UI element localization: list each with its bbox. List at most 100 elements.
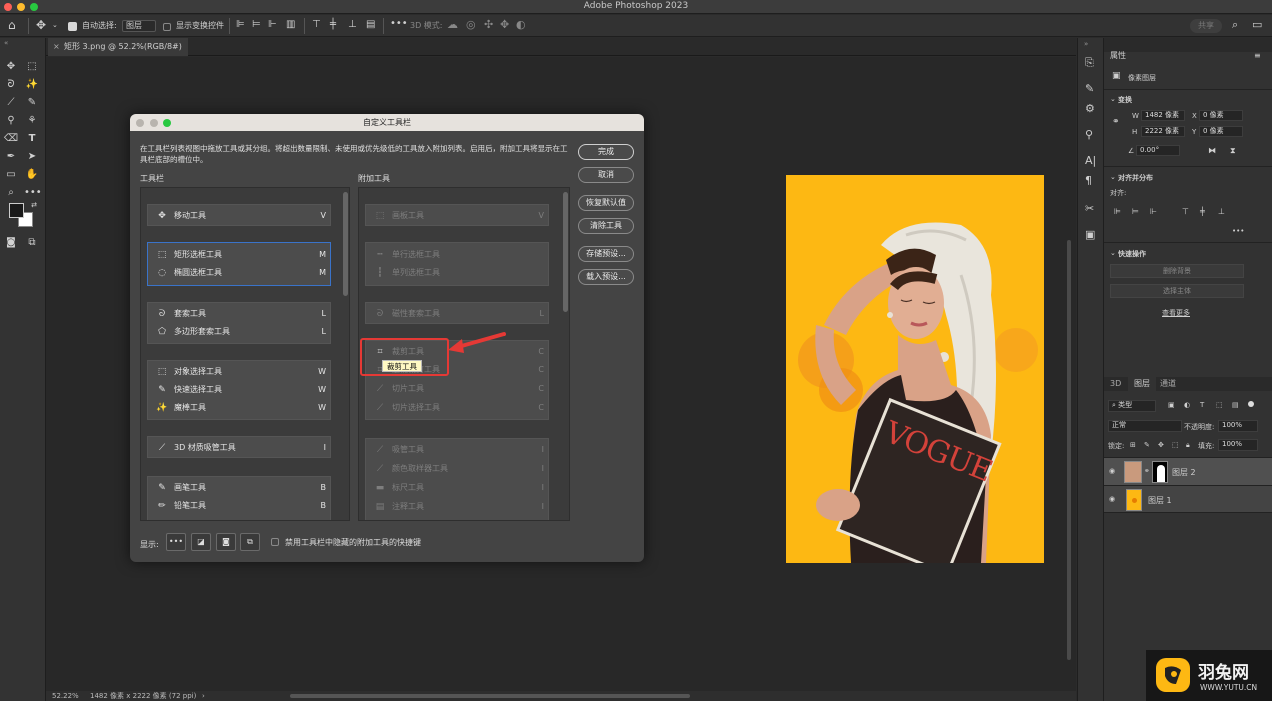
auto-select-dropdown[interactable]: 图层 bbox=[122, 20, 156, 32]
more-align-button[interactable]: ••• bbox=[1232, 227, 1244, 235]
layer-name[interactable]: 图层 2 bbox=[1172, 467, 1196, 478]
clear-tools-button[interactable]: 清除工具 bbox=[578, 218, 634, 234]
hand-icon[interactable]: ✋ bbox=[24, 168, 40, 182]
lock-move-icon[interactable]: ✥ bbox=[1158, 441, 1164, 449]
tool-group[interactable]: ✥ 移动工具 V bbox=[147, 204, 331, 226]
tool-group[interactable]: ⬚ 矩形选框工具 M ◌ 椭圆选框工具 M bbox=[147, 242, 331, 286]
eye-icon[interactable]: ◉ bbox=[1109, 467, 1115, 475]
screen-mode-icon[interactable]: ⧉ bbox=[24, 236, 40, 250]
list-item[interactable]: ▤ 注释工具 I bbox=[366, 498, 550, 516]
workspace-icon[interactable]: ▭ bbox=[1252, 18, 1262, 31]
tool-group[interactable]: ᘐ 磁性套索工具 L bbox=[365, 302, 549, 324]
panel-menu-icon[interactable]: ≡ bbox=[1254, 49, 1261, 63]
select-subject-button[interactable]: 选择主体 bbox=[1110, 284, 1244, 298]
expand-icon[interactable]: » bbox=[1084, 40, 1088, 48]
pan-3d-icon[interactable]: ✣ bbox=[484, 18, 493, 31]
list-item[interactable]: ▬ 标尺工具 I bbox=[366, 479, 550, 497]
toolbar-list-scrollbar[interactable] bbox=[343, 192, 348, 296]
show-transform-checkbox[interactable] bbox=[163, 23, 171, 31]
layer-mask-thumbnail[interactable] bbox=[1152, 461, 1168, 483]
list-item[interactable]: ᘐ 磁性套索工具 L bbox=[366, 305, 550, 323]
align-top-icon[interactable]: ⊤ bbox=[312, 19, 321, 30]
chevron-down-icon[interactable]: ⌄ bbox=[52, 21, 58, 29]
list-item[interactable]: ✎ 快速选择工具 W bbox=[148, 381, 332, 399]
list-item[interactable]: ✥ 移动工具 V bbox=[148, 207, 332, 225]
character-icon[interactable]: A| bbox=[1085, 154, 1096, 167]
dialog-minimize-button[interactable] bbox=[150, 119, 158, 127]
adjustments-icon[interactable]: ⚙ bbox=[1085, 102, 1095, 115]
horizontal-scrollbar[interactable] bbox=[290, 694, 690, 698]
share-button[interactable]: 共享 bbox=[1190, 19, 1222, 33]
slide-3d-icon[interactable]: ✥ bbox=[500, 18, 509, 31]
distribute-icon[interactable]: ▥ bbox=[286, 19, 295, 30]
rect-marquee-icon[interactable]: ⬚ bbox=[24, 60, 40, 74]
clone-source-icon[interactable]: ⚲ bbox=[1085, 128, 1093, 141]
list-item[interactable]: ✏ 铅笔工具 B bbox=[148, 497, 332, 515]
show-extra-slot-icon[interactable]: ••• bbox=[166, 533, 186, 551]
list-item[interactable]: ✎ 画笔工具 B bbox=[148, 479, 332, 497]
angle-field[interactable]: 0.00° bbox=[1136, 145, 1180, 156]
list-item[interactable]: ⟋ 切片选择工具 C bbox=[366, 399, 550, 417]
show-quick-mask-icon[interactable]: ◙ bbox=[216, 533, 236, 551]
align-right-icon[interactable]: ⊩ bbox=[1150, 207, 1157, 216]
chevron-down-icon[interactable]: ⌄ bbox=[1110, 95, 1116, 103]
align-right-icon[interactable]: ⊩ bbox=[268, 19, 277, 30]
save-preset-button[interactable]: 存储预设... bbox=[578, 246, 634, 262]
tool-group[interactable]: ⬚ 画板工具 V bbox=[365, 204, 549, 226]
flip-horizontal-icon[interactable]: ⧓ bbox=[1208, 146, 1216, 155]
lock-all-icon[interactable]: 🔒︎ bbox=[1186, 441, 1190, 450]
chevron-down-icon[interactable]: ⌄ bbox=[1110, 173, 1116, 181]
distribute-vertical-icon[interactable]: ▤ bbox=[366, 19, 375, 30]
document-tab[interactable]: × 矩形 3.png @ 52.2%(RGB/8#) * bbox=[48, 38, 188, 69]
tool-group[interactable]: ⟋ 吸管工具 I ⟋ 颜色取样器工具 I ▬ 标尺工具 I ▤ 注释工具 I bbox=[365, 438, 550, 520]
flip-vertical-icon[interactable]: ⧗ bbox=[1230, 146, 1236, 156]
tool-group[interactable]: ⟋ 3D 材质吸管工具 I bbox=[147, 436, 331, 458]
list-item[interactable]: ᘐ 套索工具 L bbox=[148, 305, 332, 323]
chevron-right-icon[interactable]: › bbox=[202, 691, 205, 701]
align-left-icon[interactable]: ⊫ bbox=[236, 19, 245, 30]
path-select-icon[interactable]: ➤ bbox=[24, 150, 40, 164]
magic-wand-icon[interactable]: ✨ bbox=[24, 78, 40, 92]
link-icon[interactable]: ⚭ bbox=[1112, 117, 1120, 127]
align-vcenter-icon[interactable]: ╪ bbox=[1200, 207, 1205, 216]
eye-icon[interactable]: ◉ bbox=[1109, 495, 1115, 503]
learn-more-link[interactable]: 查看更多 bbox=[1162, 308, 1190, 318]
done-button[interactable]: 完成 bbox=[578, 144, 634, 160]
width-field[interactable]: 1482 像素 bbox=[1141, 110, 1185, 121]
restore-defaults-button[interactable]: 恢复默认值 bbox=[578, 195, 634, 211]
list-item[interactable]: ⟋ 3D 材质吸管工具 I bbox=[148, 439, 332, 457]
layer-row[interactable]: ◉ ⚭ 图层 2 bbox=[1104, 457, 1272, 485]
height-field[interactable]: 2222 像素 bbox=[1141, 126, 1185, 137]
align-bottom-icon[interactable]: ⊥ bbox=[348, 19, 357, 30]
list-item[interactable]: ┇ 单列选框工具 bbox=[366, 264, 550, 282]
paragraph-icon[interactable]: ¶ bbox=[1085, 174, 1092, 187]
dialog-close-button[interactable] bbox=[136, 119, 144, 127]
close-tab-icon[interactable]: × bbox=[53, 38, 60, 56]
smart-filter-icon[interactable]: ▤ bbox=[1232, 401, 1239, 409]
align-left-icon[interactable]: ⊫ bbox=[1114, 207, 1121, 216]
load-preset-button[interactable]: 载入预设... bbox=[578, 269, 634, 285]
x-field[interactable]: 0 像素 bbox=[1199, 110, 1243, 121]
remove-background-button[interactable]: 删除背景 bbox=[1110, 264, 1244, 278]
canvas-image[interactable]: VOGUE bbox=[786, 175, 1044, 563]
zoom-icon[interactable]: ⌕ bbox=[3, 186, 19, 200]
tab-channels[interactable]: 通道 bbox=[1160, 377, 1176, 391]
type-icon[interactable]: T bbox=[24, 132, 40, 146]
dialog-zoom-button[interactable] bbox=[163, 119, 171, 127]
swap-colors-icon[interactable]: ⇄ bbox=[26, 198, 42, 212]
disable-shortcuts-checkbox[interactable] bbox=[271, 538, 279, 546]
align-bottom-icon[interactable]: ⊥ bbox=[1218, 207, 1225, 216]
foreground-color-swatch-front[interactable] bbox=[9, 203, 24, 218]
lasso-icon[interactable]: ᘐ bbox=[3, 78, 19, 92]
cancel-button[interactable]: 取消 bbox=[578, 167, 634, 183]
layer-filter-dropdown[interactable]: ⌕ 类型 bbox=[1108, 400, 1156, 412]
history-panel-icon[interactable]: ⎘ bbox=[1085, 56, 1094, 70]
tab-layers[interactable]: 图层 bbox=[1128, 377, 1156, 391]
pixel-filter-icon[interactable]: ▣ bbox=[1168, 401, 1175, 409]
search-icon[interactable]: ⌕ bbox=[1232, 18, 1238, 32]
list-item[interactable]: ⟋ 切片工具 C bbox=[366, 380, 550, 398]
show-screen-mode-icon[interactable]: ⧉ bbox=[240, 533, 260, 551]
y-field[interactable]: 0 像素 bbox=[1199, 126, 1243, 137]
lock-transparent-icon[interactable]: ⊞ bbox=[1130, 441, 1136, 449]
navigator-icon[interactable]: ▣ bbox=[1085, 228, 1095, 241]
